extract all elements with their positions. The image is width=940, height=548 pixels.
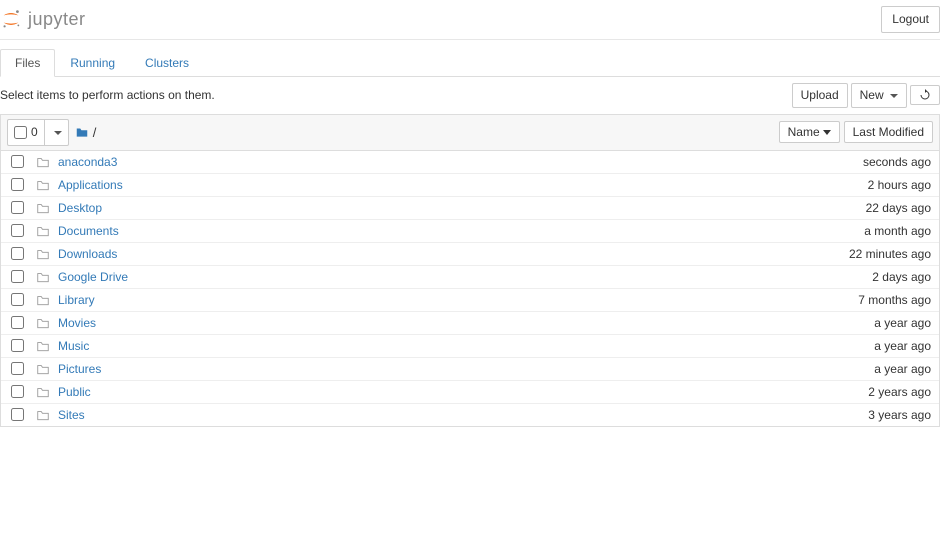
- file-modified: seconds ago: [863, 155, 931, 169]
- row-checkbox[interactable]: [11, 247, 24, 260]
- sort-name-label: Name: [788, 125, 820, 139]
- file-modified: 2 hours ago: [868, 178, 931, 192]
- breadcrumb-separator: /: [93, 125, 97, 140]
- file-modified: 22 days ago: [866, 201, 931, 215]
- row-checkbox[interactable]: [11, 178, 24, 191]
- file-row: Sites 3 years ago: [1, 403, 939, 426]
- file-row: Public 2 years ago: [1, 380, 939, 403]
- row-checkbox[interactable]: [11, 316, 24, 329]
- folder-icon: [36, 270, 50, 284]
- new-label: New: [860, 88, 884, 102]
- row-checkbox[interactable]: [11, 293, 24, 306]
- file-row: Movies a year ago: [1, 311, 939, 334]
- file-name-link[interactable]: Movies: [58, 316, 96, 330]
- file-modified: 2 years ago: [868, 385, 931, 399]
- refresh-icon: [919, 89, 931, 101]
- folder-icon: [36, 201, 50, 215]
- file-row: Google Drive 2 days ago: [1, 265, 939, 288]
- row-checkbox[interactable]: [11, 408, 24, 421]
- upload-button[interactable]: Upload: [792, 83, 848, 108]
- file-modified: a year ago: [874, 339, 931, 353]
- file-row: Downloads 22 minutes ago: [1, 242, 939, 265]
- row-checkbox[interactable]: [11, 270, 24, 283]
- tab-clusters[interactable]: Clusters: [130, 49, 204, 77]
- select-all-control: 0: [7, 119, 69, 146]
- row-checkbox[interactable]: [11, 224, 24, 237]
- folder-icon: [36, 247, 50, 261]
- sort-name-button[interactable]: Name: [779, 121, 840, 143]
- tab-files[interactable]: Files: [0, 49, 55, 77]
- file-list: anaconda3 seconds ago Applications 2 hours …: [0, 151, 940, 427]
- row-checkbox[interactable]: [11, 201, 24, 214]
- tabs: Files Running Clusters: [0, 48, 940, 77]
- caret-icon: [54, 131, 62, 135]
- file-modified: a year ago: [874, 362, 931, 376]
- folder-icon: [36, 362, 50, 376]
- file-name-link[interactable]: Google Drive: [58, 270, 128, 284]
- tab-running[interactable]: Running: [55, 49, 130, 77]
- file-modified: a month ago: [864, 224, 931, 238]
- folder-icon: [36, 339, 50, 353]
- folder-icon: [36, 155, 50, 169]
- hint-text: Select items to perform actions on them.: [0, 88, 215, 102]
- row-checkbox[interactable]: [11, 155, 24, 168]
- file-modified: 3 years ago: [868, 408, 931, 422]
- folder-icon: [36, 293, 50, 307]
- brand-text: jupyter: [28, 9, 86, 30]
- file-row: Documents a month ago: [1, 219, 939, 242]
- file-name-link[interactable]: Library: [58, 293, 95, 307]
- folder-icon: [36, 316, 50, 330]
- folder-home-icon[interactable]: [75, 125, 89, 139]
- file-modified: 7 months ago: [858, 293, 931, 307]
- file-row: Desktop 22 days ago: [1, 196, 939, 219]
- file-name-link[interactable]: Public: [58, 385, 91, 399]
- list-header: 0 / Name Last Modified: [0, 114, 940, 151]
- select-all-checkbox[interactable]: [14, 126, 27, 139]
- logo[interactable]: jupyter: [0, 8, 86, 30]
- file-name-link[interactable]: Applications: [58, 178, 123, 192]
- selected-count: 0: [31, 125, 38, 139]
- breadcrumb: /: [75, 125, 97, 140]
- toolbar: Select items to perform actions on them.…: [0, 77, 940, 114]
- sort-modified-label: Last Modified: [853, 125, 924, 139]
- row-checkbox[interactable]: [11, 385, 24, 398]
- file-name-link[interactable]: Sites: [58, 408, 85, 422]
- file-row: anaconda3 seconds ago: [1, 151, 939, 173]
- file-row: Music a year ago: [1, 334, 939, 357]
- file-name-link[interactable]: Downloads: [58, 247, 117, 261]
- row-checkbox[interactable]: [11, 339, 24, 352]
- file-modified: 2 days ago: [872, 270, 931, 284]
- file-modified: 22 minutes ago: [849, 247, 931, 261]
- arrow-down-icon: [823, 130, 831, 135]
- file-name-link[interactable]: anaconda3: [58, 155, 117, 169]
- file-name-link[interactable]: Desktop: [58, 201, 102, 215]
- file-row: Pictures a year ago: [1, 357, 939, 380]
- jupyter-icon: [0, 8, 22, 30]
- file-name-link[interactable]: Pictures: [58, 362, 101, 376]
- new-button[interactable]: New: [851, 83, 907, 108]
- select-dropdown[interactable]: [44, 120, 68, 145]
- folder-icon: [36, 178, 50, 192]
- file-modified: a year ago: [874, 316, 931, 330]
- file-name-link[interactable]: Music: [58, 339, 89, 353]
- sort-modified-button[interactable]: Last Modified: [844, 121, 933, 143]
- caret-icon: [890, 94, 898, 98]
- header: jupyter Logout: [0, 0, 940, 40]
- logout-button[interactable]: Logout: [881, 6, 940, 33]
- file-name-link[interactable]: Documents: [58, 224, 119, 238]
- file-row: Library 7 months ago: [1, 288, 939, 311]
- folder-icon: [36, 224, 50, 238]
- row-checkbox[interactable]: [11, 362, 24, 375]
- file-row: Applications 2 hours ago: [1, 173, 939, 196]
- folder-icon: [36, 408, 50, 422]
- folder-icon: [36, 385, 50, 399]
- refresh-button[interactable]: [910, 85, 940, 105]
